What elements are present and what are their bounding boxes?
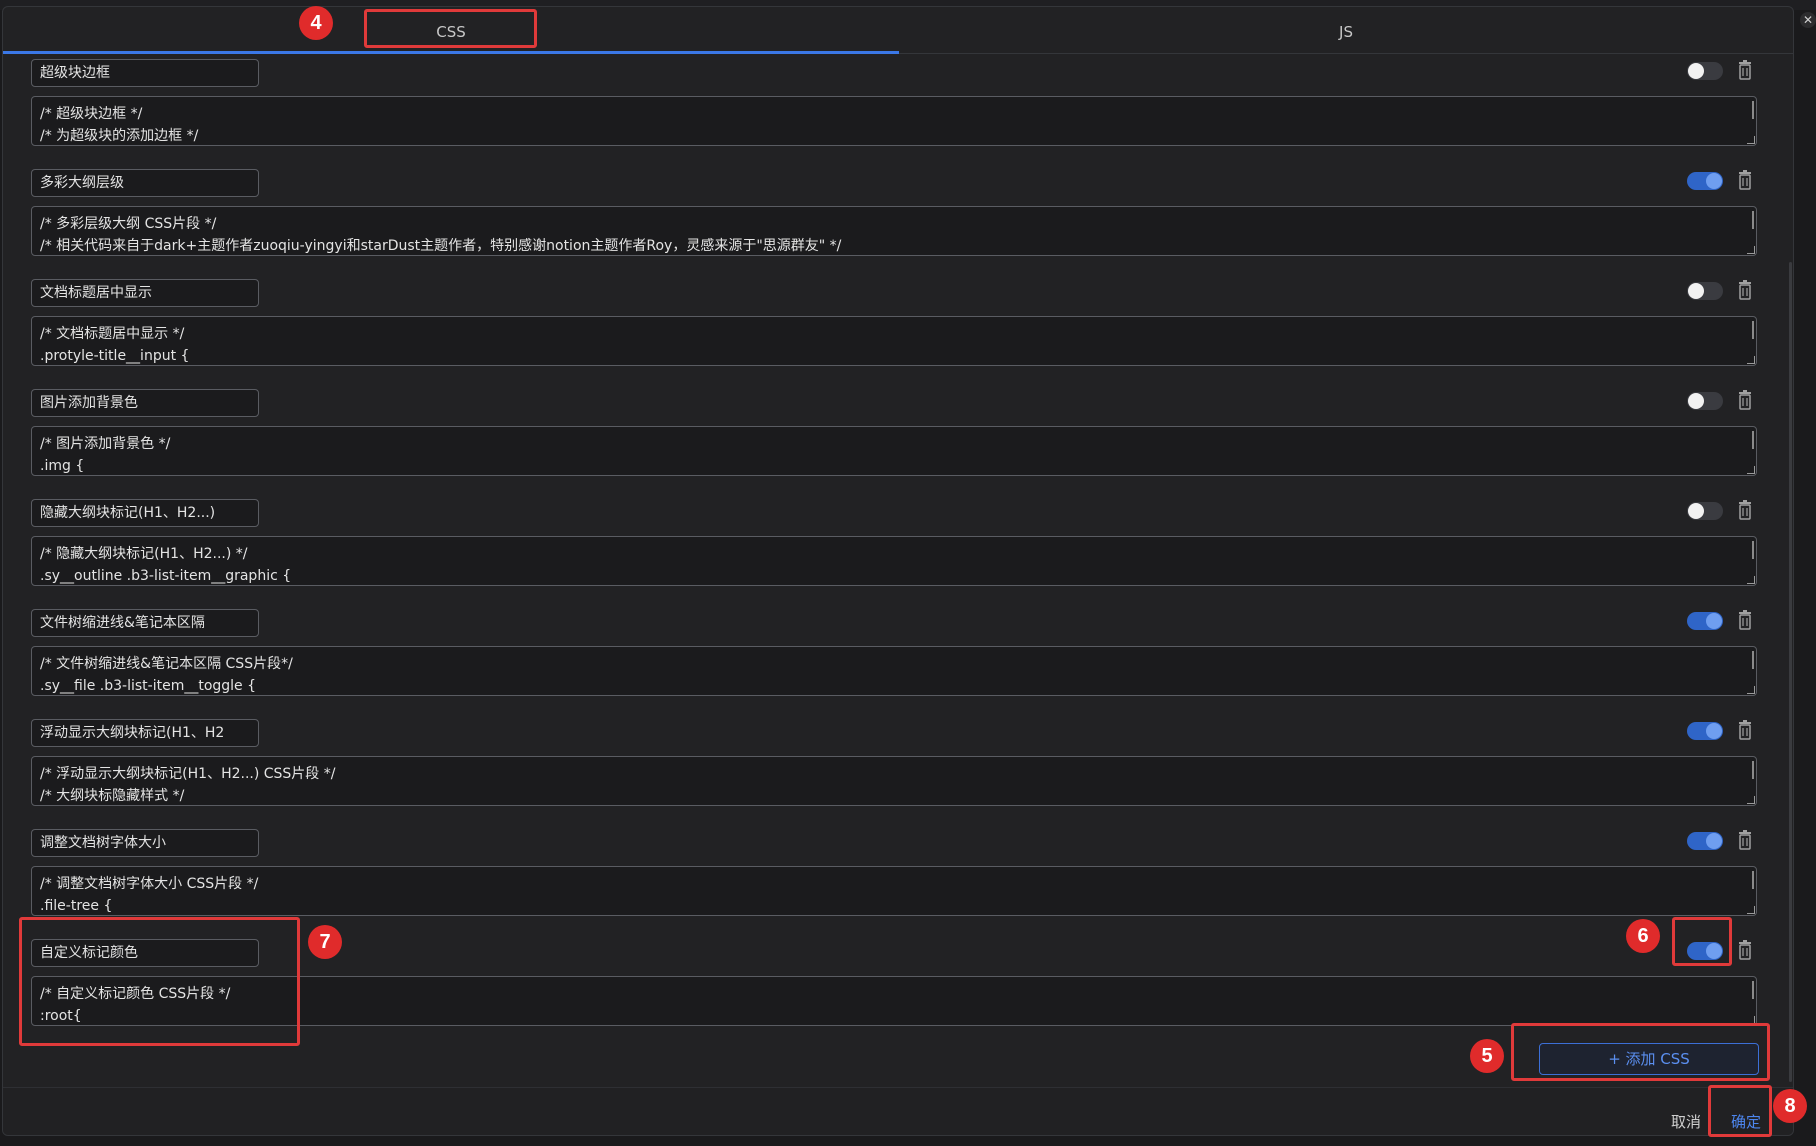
snippet-name-input[interactable]: 超级块边框 (31, 59, 259, 87)
annotation-badge-7: 7 (308, 925, 342, 959)
snippet-enable-toggle[interactable] (1687, 502, 1723, 520)
code-line: /* 自定义标记颜色 CSS片段 */ (40, 986, 231, 1002)
toggle-knob (1688, 63, 1704, 79)
snippet-enable-toggle[interactable] (1687, 62, 1723, 80)
code-line: /* 相关代码来自于dark+主题作者zuoqiu-yingyi和starDus… (40, 238, 842, 254)
resize-grip-icon[interactable] (1747, 576, 1755, 584)
code-scrollbar[interactable] (1752, 651, 1754, 669)
snippet-code-editor[interactable]: /* 自定义标记颜色 CSS片段 */ :root{ (31, 976, 1757, 1026)
code-line: /* 多彩层级大纲 CSS片段 */ (40, 216, 217, 232)
snippet-name-input[interactable]: 文件树缩进线&笔记本区隔 (31, 609, 259, 637)
toggle-knob (1688, 393, 1704, 409)
snippet-code-editor[interactable]: /* 调整文档树字体大小 CSS片段 */ .file-tree { (31, 866, 1757, 916)
snippet-code-editor[interactable]: /* 超级块边框 */ /* 为超级块的添加边框 */ (31, 96, 1757, 146)
code-line: .sy__file .b3-list-item__toggle { (40, 678, 257, 694)
snippet-name-input[interactable]: 图片添加背景色 (31, 389, 259, 417)
code-scrollbar[interactable] (1752, 871, 1754, 889)
code-scrollbar[interactable] (1752, 761, 1754, 779)
snippet-code-editor[interactable]: /* 文档标题居中显示 */ .protyle-title__input { (31, 316, 1757, 366)
dialog-footer (3, 1087, 1793, 1135)
code-scrollbar[interactable] (1752, 981, 1754, 999)
trash-icon[interactable] (1737, 940, 1753, 960)
code-line: .img { (40, 458, 85, 474)
toggle-knob (1706, 723, 1722, 739)
trash-icon[interactable] (1737, 60, 1753, 80)
code-line: /* 大纲块标隐藏样式 */ (40, 788, 185, 804)
code-line: :root{ (40, 1008, 82, 1024)
trash-icon[interactable] (1737, 390, 1753, 410)
code-scrollbar[interactable] (1752, 211, 1754, 229)
trash-icon[interactable] (1737, 720, 1753, 740)
snippet-enable-toggle[interactable] (1687, 722, 1723, 740)
code-line: .sy__outline .b3-list-item__graphic { (40, 568, 292, 584)
toggle-knob (1706, 613, 1722, 629)
trash-icon[interactable] (1737, 610, 1753, 630)
snippet-enable-toggle[interactable] (1687, 832, 1723, 850)
snippet-name-input[interactable]: 隐藏大纲块标记(H1、H2...) (31, 499, 259, 527)
resize-grip-icon[interactable] (1747, 356, 1755, 364)
code-scrollbar[interactable] (1752, 431, 1754, 449)
resize-grip-icon[interactable] (1747, 466, 1755, 474)
tab-css[interactable]: CSS (3, 7, 899, 53)
snippet-name-input[interactable]: 浮动显示大纲块标记(H1、H2 (31, 719, 259, 747)
snippet-name-input[interactable]: 自定义标记颜色 (31, 939, 259, 967)
tab-bar: CSS JS (3, 7, 1793, 54)
code-scrollbar[interactable] (1752, 541, 1754, 559)
snippet-enable-toggle[interactable] (1687, 392, 1723, 410)
resize-grip-icon[interactable] (1747, 136, 1755, 144)
code-line: /* 文档标题居中显示 */ (40, 326, 185, 342)
resize-grip-icon[interactable] (1747, 246, 1755, 254)
trash-icon[interactable] (1737, 280, 1753, 300)
resize-grip-icon[interactable] (1747, 906, 1755, 914)
tab-js[interactable]: JS (899, 7, 1793, 53)
code-scrollbar[interactable] (1752, 321, 1754, 339)
code-line: /* 浮动显示大纲块标记(H1、H2...) CSS片段 */ (40, 766, 336, 782)
snippet-name-input[interactable]: 多彩大纲层级 (31, 169, 259, 197)
code-line: /* 超级块边框 */ (40, 106, 143, 122)
code-line: .protyle-title__input { (40, 348, 190, 364)
code-line: /* 图片添加背景色 */ (40, 436, 171, 452)
toggle-knob (1688, 283, 1704, 299)
annotation-badge-5: 5 (1470, 1039, 1504, 1073)
code-line: /* 调整文档树字体大小 CSS片段 */ (40, 876, 259, 892)
code-line: .file-tree { (40, 898, 113, 914)
annotation-badge-4: 4 (299, 6, 333, 40)
snippet-code-editor[interactable]: /* 浮动显示大纲块标记(H1、H2...) CSS片段 */ /* 大纲块标隐藏… (31, 756, 1757, 806)
add-css-button[interactable]: + 添加 CSS (1539, 1043, 1759, 1075)
annotation-badge-6: 6 (1626, 919, 1660, 953)
code-line: /* 文件树缩进线&笔记本区隔 CSS片段*/ (40, 656, 293, 672)
code-scrollbar[interactable] (1752, 101, 1754, 119)
toggle-knob (1688, 503, 1704, 519)
snippet-code-editor[interactable]: /* 图片添加背景色 */ .img { (31, 426, 1757, 476)
snippet-code-editor[interactable]: /* 文件树缩进线&笔记本区隔 CSS片段*/ .sy__file .b3-lis… (31, 646, 1757, 696)
confirm-button[interactable]: 确定 (1731, 1111, 1761, 1132)
active-tab-indicator (3, 51, 899, 54)
scrollbar[interactable] (1789, 262, 1792, 1082)
snippet-enable-toggle[interactable] (1687, 942, 1723, 960)
close-icon[interactable]: ✕ (1800, 12, 1816, 28)
code-line: /* 为超级块的添加边框 */ (40, 128, 199, 144)
resize-grip-icon[interactable] (1747, 1016, 1755, 1024)
toggle-knob (1706, 943, 1722, 959)
resize-grip-icon[interactable] (1747, 796, 1755, 804)
resize-grip-icon[interactable] (1747, 686, 1755, 694)
code-line: /* 隐藏大纲块标记(H1、H2...) */ (40, 546, 248, 562)
trash-icon[interactable] (1737, 170, 1753, 190)
snippet-code-editor[interactable]: /* 隐藏大纲块标记(H1、H2...) */ .sy__outline .b3-… (31, 536, 1757, 586)
snippet-name-input[interactable]: 调整文档树字体大小 (31, 829, 259, 857)
toggle-knob (1706, 173, 1722, 189)
snippet-enable-toggle[interactable] (1687, 612, 1723, 630)
snippet-enable-toggle[interactable] (1687, 282, 1723, 300)
cancel-button[interactable]: 取消 (1671, 1111, 1701, 1132)
snippet-code-editor[interactable]: /* 多彩层级大纲 CSS片段 */ /* 相关代码来自于dark+主题作者zuo… (31, 206, 1757, 256)
snippet-name-input[interactable]: 文档标题居中显示 (31, 279, 259, 307)
toggle-knob (1706, 833, 1722, 849)
code-snippet-dialog: CSS JS 超级块边框 /* 超级块边框 */ /* 为超级块的添加边框 */ 多彩… (2, 6, 1794, 1136)
trash-icon[interactable] (1737, 830, 1753, 850)
trash-icon[interactable] (1737, 500, 1753, 520)
annotation-badge-8: 8 (1773, 1089, 1807, 1123)
snippet-enable-toggle[interactable] (1687, 172, 1723, 190)
